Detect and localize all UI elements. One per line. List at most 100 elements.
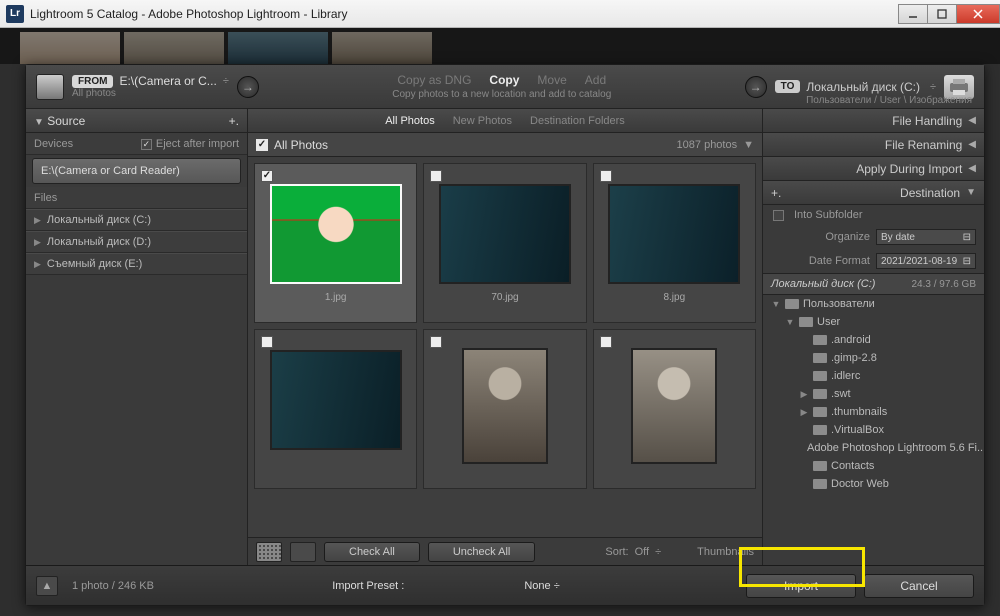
folder-node[interactable]: ▼Пользователи — [763, 295, 984, 313]
folder-icon — [813, 353, 827, 363]
date-format-select[interactable]: 2021/2021-08-19⊟ — [876, 253, 976, 269]
source-panel-header[interactable]: ▼ Source +. — [26, 109, 247, 133]
photo-count: 1087 photos — [677, 139, 738, 151]
cancel-button[interactable]: Cancel — [864, 574, 974, 598]
maximize-button[interactable] — [927, 4, 957, 24]
disk-item-c[interactable]: ▶Локальный диск (C:) — [26, 209, 247, 231]
file-renaming-header[interactable]: File Renaming◀ — [763, 133, 984, 157]
op-description: Copy photos to a new location and add to… — [267, 89, 737, 100]
op-copy-dng[interactable]: Copy as DNG — [397, 73, 471, 87]
folder-icon — [813, 425, 827, 435]
uncheck-all-button[interactable]: Uncheck All — [428, 542, 535, 562]
tab-destination-folders[interactable]: Destination Folders — [530, 115, 625, 127]
organize-label: Organize — [825, 231, 870, 243]
check-all-button[interactable]: Check All — [324, 542, 420, 562]
disk-item-e[interactable]: ▶Съемный диск (E:) — [26, 253, 247, 275]
background-filmstrip — [0, 28, 1000, 64]
folder-icon — [813, 479, 827, 489]
folder-node[interactable]: ▼User — [763, 313, 984, 331]
folder-icon — [813, 371, 827, 381]
from-pill: FROM — [72, 75, 113, 88]
source-name[interactable]: E:\(Camera or C... — [119, 74, 216, 88]
forward-arrow-icon-2[interactable]: → — [745, 76, 767, 98]
thumb-checkbox[interactable] — [261, 336, 273, 348]
thumb-checkbox[interactable] — [600, 336, 612, 348]
master-checkbox[interactable] — [256, 139, 268, 151]
folder-node[interactable]: .android — [763, 331, 984, 349]
source-panel: ▼ Source +. Devices Eject after import E… — [26, 109, 248, 565]
thumbnail-cell[interactable]: 70.jpg — [423, 163, 586, 323]
folder-icon — [785, 299, 799, 309]
folder-node[interactable]: Adobe Photoshop Lightroom 5.6 Fi... — [763, 439, 984, 457]
date-format-label: Date Format — [809, 255, 870, 267]
folder-node[interactable]: .VirtualBox — [763, 421, 984, 439]
folder-icon — [813, 407, 827, 417]
files-header: Files — [26, 187, 247, 209]
disk-item-d[interactable]: ▶Локальный диск (D:) — [26, 231, 247, 253]
thumb-checkbox[interactable] — [430, 170, 442, 182]
destination-name[interactable]: Локальный диск (C:) — [806, 80, 920, 94]
folder-node[interactable]: .gimp-2.8 — [763, 349, 984, 367]
forward-arrow-icon[interactable]: → — [237, 76, 259, 98]
op-add[interactable]: Add — [585, 73, 606, 87]
folder-icon — [813, 389, 827, 399]
disk-header[interactable]: Локальный диск (C:) 24.3 / 97.6 GB — [763, 273, 984, 295]
folder-node[interactable]: Doctor Web — [763, 475, 984, 493]
thumbnail-cell[interactable] — [254, 329, 417, 489]
close-button[interactable] — [956, 4, 1000, 24]
thumb-caption: 1.jpg — [325, 292, 347, 303]
sort-label: Sort: — [605, 546, 628, 558]
thumb-caption: 8.jpg — [663, 292, 685, 303]
thumb-image — [270, 184, 402, 284]
devices-header: Devices Eject after import — [26, 133, 247, 155]
folder-icon — [813, 335, 827, 345]
folder-node[interactable]: Contacts — [763, 457, 984, 475]
allbar-label: All Photos — [274, 138, 328, 152]
minimize-button[interactable] — [898, 4, 928, 24]
thumb-checkbox[interactable] — [261, 170, 273, 182]
right-panels: File Handling◀ File Renaming◀ Apply Duri… — [762, 109, 984, 565]
apply-during-import-header[interactable]: Apply During Import◀ — [763, 157, 984, 181]
sort-value[interactable]: Off — [635, 546, 649, 558]
thumbnail-cell[interactable] — [593, 329, 756, 489]
import-button[interactable]: Import — [746, 574, 856, 598]
destination-path: Пользователи / User \ Изображения — [806, 95, 972, 106]
organize-select[interactable]: By date⊟ — [876, 229, 976, 245]
dialog-footer: ▲ 1 photo / 246 KB Import Preset : None … — [26, 565, 984, 605]
thumb-image — [270, 350, 402, 450]
thumb-image — [439, 184, 571, 284]
thumbnail-cell[interactable]: 1.jpg — [254, 163, 417, 323]
tab-all-photos[interactable]: All Photos — [385, 115, 435, 127]
loupe-view-icon[interactable] — [290, 542, 316, 562]
file-handling-header[interactable]: File Handling◀ — [763, 109, 984, 133]
op-copy[interactable]: Copy — [489, 73, 519, 87]
device-item[interactable]: E:\(Camera or Card Reader) — [32, 158, 241, 184]
thumb-checkbox[interactable] — [430, 336, 442, 348]
folder-node[interactable]: ▶.thumbnails — [763, 403, 984, 421]
thumbnail-cell[interactable] — [423, 329, 586, 489]
titlebar: Lr Lightroom 5 Catalog - Adobe Photoshop… — [0, 0, 1000, 28]
destination-header[interactable]: +.Destination▼ — [763, 181, 984, 205]
destination-dropdown-icon[interactable]: ÷ — [930, 81, 936, 93]
import-preset-value[interactable]: None ÷ — [524, 580, 559, 592]
thumb-checkbox[interactable] — [600, 170, 612, 182]
window-title: Lightroom 5 Catalog - Adobe Photoshop Li… — [30, 7, 899, 21]
into-subfolder-checkbox[interactable] — [773, 210, 784, 221]
eject-checkbox[interactable] — [141, 139, 152, 150]
sort-dropdown-icon[interactable]: ÷ — [655, 546, 661, 558]
add-dest-icon[interactable]: +. — [771, 186, 781, 200]
folder-node[interactable]: ▶.swt — [763, 385, 984, 403]
grid-view-icon[interactable] — [256, 542, 282, 562]
add-source-icon[interactable]: +. — [229, 114, 239, 128]
thumbnail-cell[interactable]: 8.jpg — [593, 163, 756, 323]
disk-space: 24.3 / 97.6 GB — [912, 279, 977, 290]
folder-node[interactable]: .idlerc — [763, 367, 984, 385]
chevron-down-icon[interactable]: ▼ — [743, 139, 754, 151]
source-dropdown-icon[interactable]: ÷ — [223, 75, 229, 87]
import-dialog: FROM E:\(Camera or C... ÷ All photos → C… — [25, 64, 985, 606]
import-preset-label: Import Preset : — [332, 580, 404, 592]
op-move[interactable]: Move — [537, 73, 566, 87]
collapse-button[interactable]: ▲ — [36, 576, 58, 596]
tab-new-photos[interactable]: New Photos — [453, 115, 512, 127]
into-subfolder-label: Into Subfolder — [794, 209, 863, 221]
